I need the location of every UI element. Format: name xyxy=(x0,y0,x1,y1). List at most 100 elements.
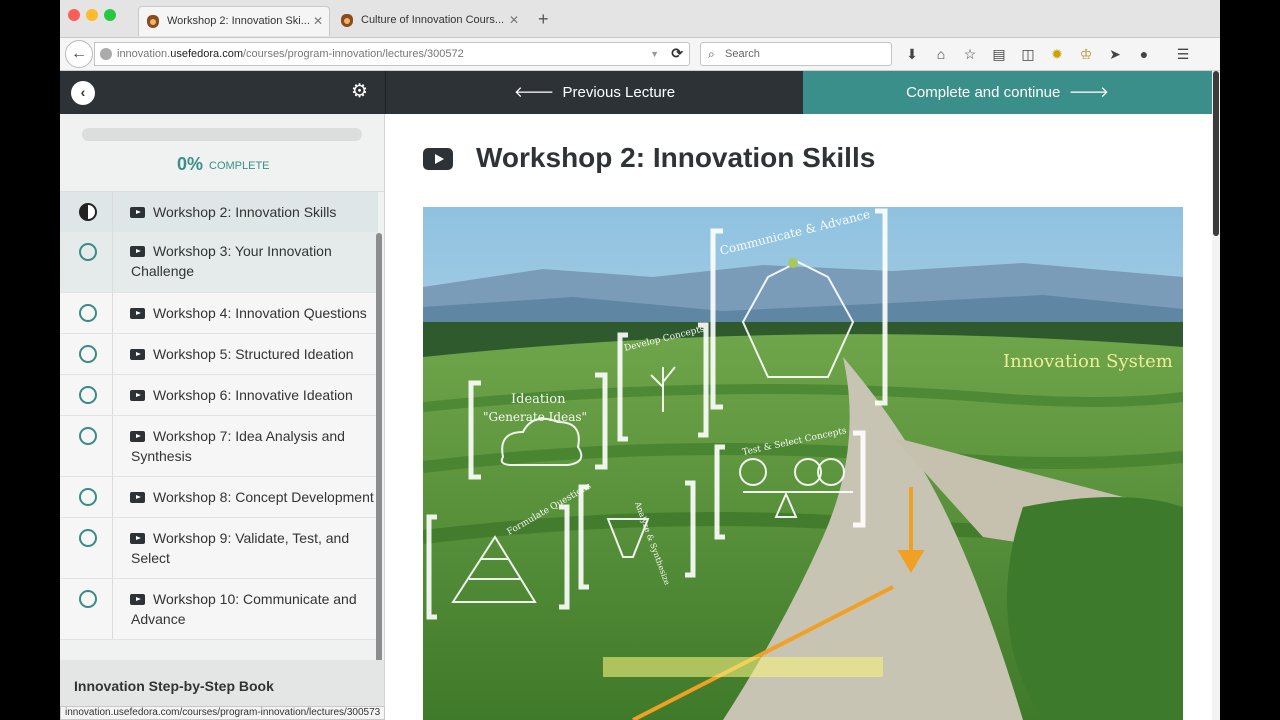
progress-bar xyxy=(82,128,362,141)
video-label-ideation: Ideation xyxy=(511,392,566,407)
page-scrollbar-thumb[interactable] xyxy=(1213,71,1219,236)
video-icon xyxy=(130,207,145,218)
sidebar-scrollbar[interactable] xyxy=(376,233,382,673)
status-bar-url: innovation.usefedora.com/courses/program… xyxy=(60,706,386,720)
download-icon[interactable]: ⬇ xyxy=(902,44,922,64)
lecture-title: Workshop 9: Validate, Test, and Select xyxy=(131,530,350,566)
home-icon[interactable]: ⌂ xyxy=(931,44,951,64)
globe-icon xyxy=(100,48,112,60)
close-window-button[interactable] xyxy=(68,9,80,21)
sidebar-header: ‹ ⚙ xyxy=(60,71,385,114)
new-tab-icon[interactable]: + xyxy=(538,9,549,30)
lecture-title: Workshop 4: Innovation Questions xyxy=(153,305,367,321)
lecture-title: Workshop 5: Structured Ideation xyxy=(153,346,354,362)
incomplete-circle-icon xyxy=(79,427,97,445)
lecture-title: Workshop 2: Innovation Skills xyxy=(153,204,337,220)
video-player[interactable]: Innovation System Ideation "Generate Ide… xyxy=(423,207,1183,720)
bookmark-star-icon[interactable]: ☆ xyxy=(960,44,980,64)
incomplete-circle-icon xyxy=(79,590,97,608)
reading-list-icon[interactable]: ▤ xyxy=(989,44,1009,64)
lecture-item[interactable]: Workshop 9: Validate, Test, and Select xyxy=(60,518,378,579)
video-icon xyxy=(130,390,145,401)
zoom-window-button[interactable] xyxy=(104,9,116,21)
tab-workshop-2[interactable]: Workshop 2: Innovation Ski... ✕ xyxy=(138,6,330,36)
lecture-content: Workshop 2: Innovation Skills Innovation… xyxy=(385,114,1212,720)
video-icon xyxy=(130,349,145,360)
navigation-bar: ← innovation.usefedora.com/courses/progr… xyxy=(60,38,1220,71)
minimize-window-button[interactable] xyxy=(86,9,98,21)
pocket-icon[interactable]: ◫ xyxy=(1018,44,1038,64)
lecture-item[interactable]: Workshop 3: Your Innovation Challenge xyxy=(60,232,378,293)
course-progress: 0% COMPLETE xyxy=(60,114,384,192)
fedora-favicon-icon xyxy=(147,15,159,28)
trophy-icon[interactable]: ♔ xyxy=(1076,44,1096,64)
reload-icon[interactable]: ⟳ xyxy=(671,42,683,64)
lecture-list: Workshop 2: Innovation Skills Workshop 3… xyxy=(60,192,378,640)
video-frame-image: Innovation System Ideation "Generate Ide… xyxy=(423,207,1183,720)
course-sidebar: 0% COMPLETE Workshop 2: Innovation Skill… xyxy=(60,114,385,720)
search-icon: ⌕ xyxy=(708,47,715,61)
url-domain: usefedora.com xyxy=(170,48,243,60)
progress-percent: 0% xyxy=(177,154,204,174)
lecture-item[interactable]: Workshop 4: Innovation Questions xyxy=(60,293,378,334)
close-tab-icon[interactable]: ✕ xyxy=(509,6,519,35)
lecture-item[interactable]: Workshop 10: Communicate and Advance xyxy=(60,579,378,640)
lecture-item[interactable]: Workshop 5: Structured Ideation xyxy=(60,334,378,375)
close-tab-icon[interactable]: ✕ xyxy=(313,7,323,36)
back-button[interactable]: ← xyxy=(65,40,93,68)
video-lecture-icon xyxy=(423,148,453,170)
progress-label: COMPLETE xyxy=(209,160,270,172)
lecture-title: Workshop 6: Innovative Ideation xyxy=(153,387,353,403)
incomplete-circle-icon xyxy=(79,386,97,404)
lecture-item[interactable]: Workshop 7: Idea Analysis and Synthesis xyxy=(60,416,378,477)
lecture-title: Workshop 2: Innovation Skills xyxy=(476,142,876,173)
chat-icon[interactable]: ● xyxy=(1134,44,1154,64)
complete-and-continue-button[interactable]: Complete and continue 🡒 xyxy=(803,71,1212,114)
incomplete-circle-icon xyxy=(79,529,97,547)
tab-label: Culture of Innovation Cours... xyxy=(361,14,505,26)
url-path: /courses/program-innovation/lectures/300… xyxy=(242,48,464,60)
settings-gear-icon[interactable]: ⚙ xyxy=(351,82,368,102)
fedora-favicon-icon xyxy=(341,14,353,27)
tab-culture-of-innovation[interactable]: Culture of Innovation Cours... ✕ xyxy=(333,6,525,36)
dropdown-arrow-icon[interactable]: ▼ xyxy=(650,43,659,65)
lecture-item[interactable]: Workshop 2: Innovation Skills xyxy=(60,192,378,232)
tab-label: Workshop 2: Innovation Ski... xyxy=(167,15,310,27)
lecture-title: Workshop 8: Concept Development xyxy=(153,489,374,505)
lecture-title: Workshop 10: Communicate and Advance xyxy=(131,591,357,627)
incomplete-circle-icon xyxy=(79,243,97,261)
incomplete-circle-icon xyxy=(79,304,97,322)
search-input[interactable]: ⌕ Search xyxy=(700,42,892,66)
url-bar[interactable]: innovation.usefedora.com/courses/program… xyxy=(94,42,690,66)
video-icon xyxy=(130,246,145,257)
section-title: Innovation Step-by-Step Book xyxy=(74,678,274,694)
incomplete-circle-icon xyxy=(79,488,97,506)
arrow-right-icon: 🡒 xyxy=(1060,84,1109,101)
previous-lecture-button[interactable]: 🡐 Previous Lecture xyxy=(385,71,803,114)
previous-lecture-label: Previous Lecture xyxy=(562,84,676,101)
search-placeholder: Search xyxy=(725,48,760,60)
page-scrollbar[interactable] xyxy=(1212,71,1220,720)
video-icon xyxy=(130,533,145,544)
video-icon xyxy=(130,594,145,605)
lecture-title: Workshop 7: Idea Analysis and Synthesis xyxy=(131,428,345,464)
video-icon xyxy=(130,492,145,503)
video-icon xyxy=(130,308,145,319)
extension-gear-icon[interactable]: ✹ xyxy=(1047,44,1067,64)
incomplete-circle-icon xyxy=(79,345,97,363)
video-icon xyxy=(130,431,145,442)
back-to-course-icon[interactable]: ‹ xyxy=(71,81,95,105)
video-label-system: Innovation System xyxy=(1003,351,1173,372)
send-icon[interactable]: ➤ xyxy=(1105,44,1125,64)
toolbar-icons: ⬇ ⌂ ☆ ▤ ◫ ✹ ♔ ➤ ● ☰ xyxy=(902,44,1193,66)
url-prefix: innovation. xyxy=(117,48,171,60)
lecture-item[interactable]: Workshop 8: Concept Development xyxy=(60,477,378,518)
arrow-left-icon: 🡐 xyxy=(513,84,563,101)
half-complete-icon xyxy=(79,203,97,221)
lecture-item[interactable]: Workshop 6: Innovative Ideation xyxy=(60,375,378,416)
browser-window: Workshop 2: Innovation Ski... ✕ Culture … xyxy=(60,0,1220,720)
tab-strip: Workshop 2: Innovation Ski... ✕ Culture … xyxy=(60,0,1220,38)
menu-icon[interactable]: ☰ xyxy=(1173,44,1193,64)
video-label-ideation-sub: "Generate Ideas" xyxy=(483,410,587,424)
complete-and-continue-label: Complete and continue xyxy=(906,84,1061,101)
